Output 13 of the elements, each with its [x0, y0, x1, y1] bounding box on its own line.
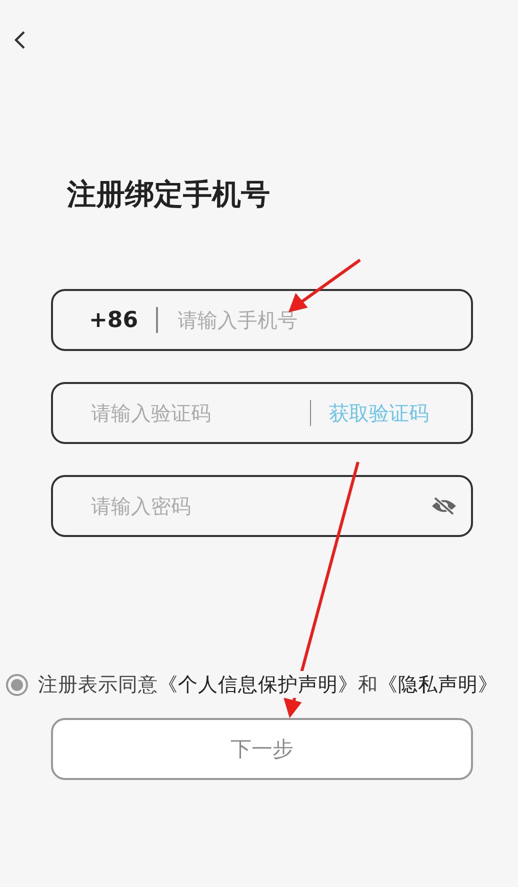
country-code[interactable]: +86	[89, 308, 138, 332]
eye-slash-icon[interactable]	[431, 496, 457, 516]
password-field[interactable]: 请输入密码	[51, 475, 473, 537]
code-input[interactable]: 请输入验证码	[89, 400, 292, 426]
agreement-link[interactable]: 《隐私声明》	[378, 673, 498, 696]
page-title: 注册绑定手机号	[67, 176, 271, 213]
agree-radio[interactable]	[6, 674, 28, 696]
phone-field[interactable]: +86 请输入手机号	[51, 289, 473, 351]
agreement-link[interactable]: 《个人信息保护声明》	[158, 673, 358, 696]
password-input[interactable]: 请输入密码	[89, 493, 413, 519]
phone-input[interactable]: 请输入手机号	[176, 307, 457, 333]
back-icon[interactable]	[14, 30, 26, 50]
next-button[interactable]: 下一步	[51, 718, 473, 780]
